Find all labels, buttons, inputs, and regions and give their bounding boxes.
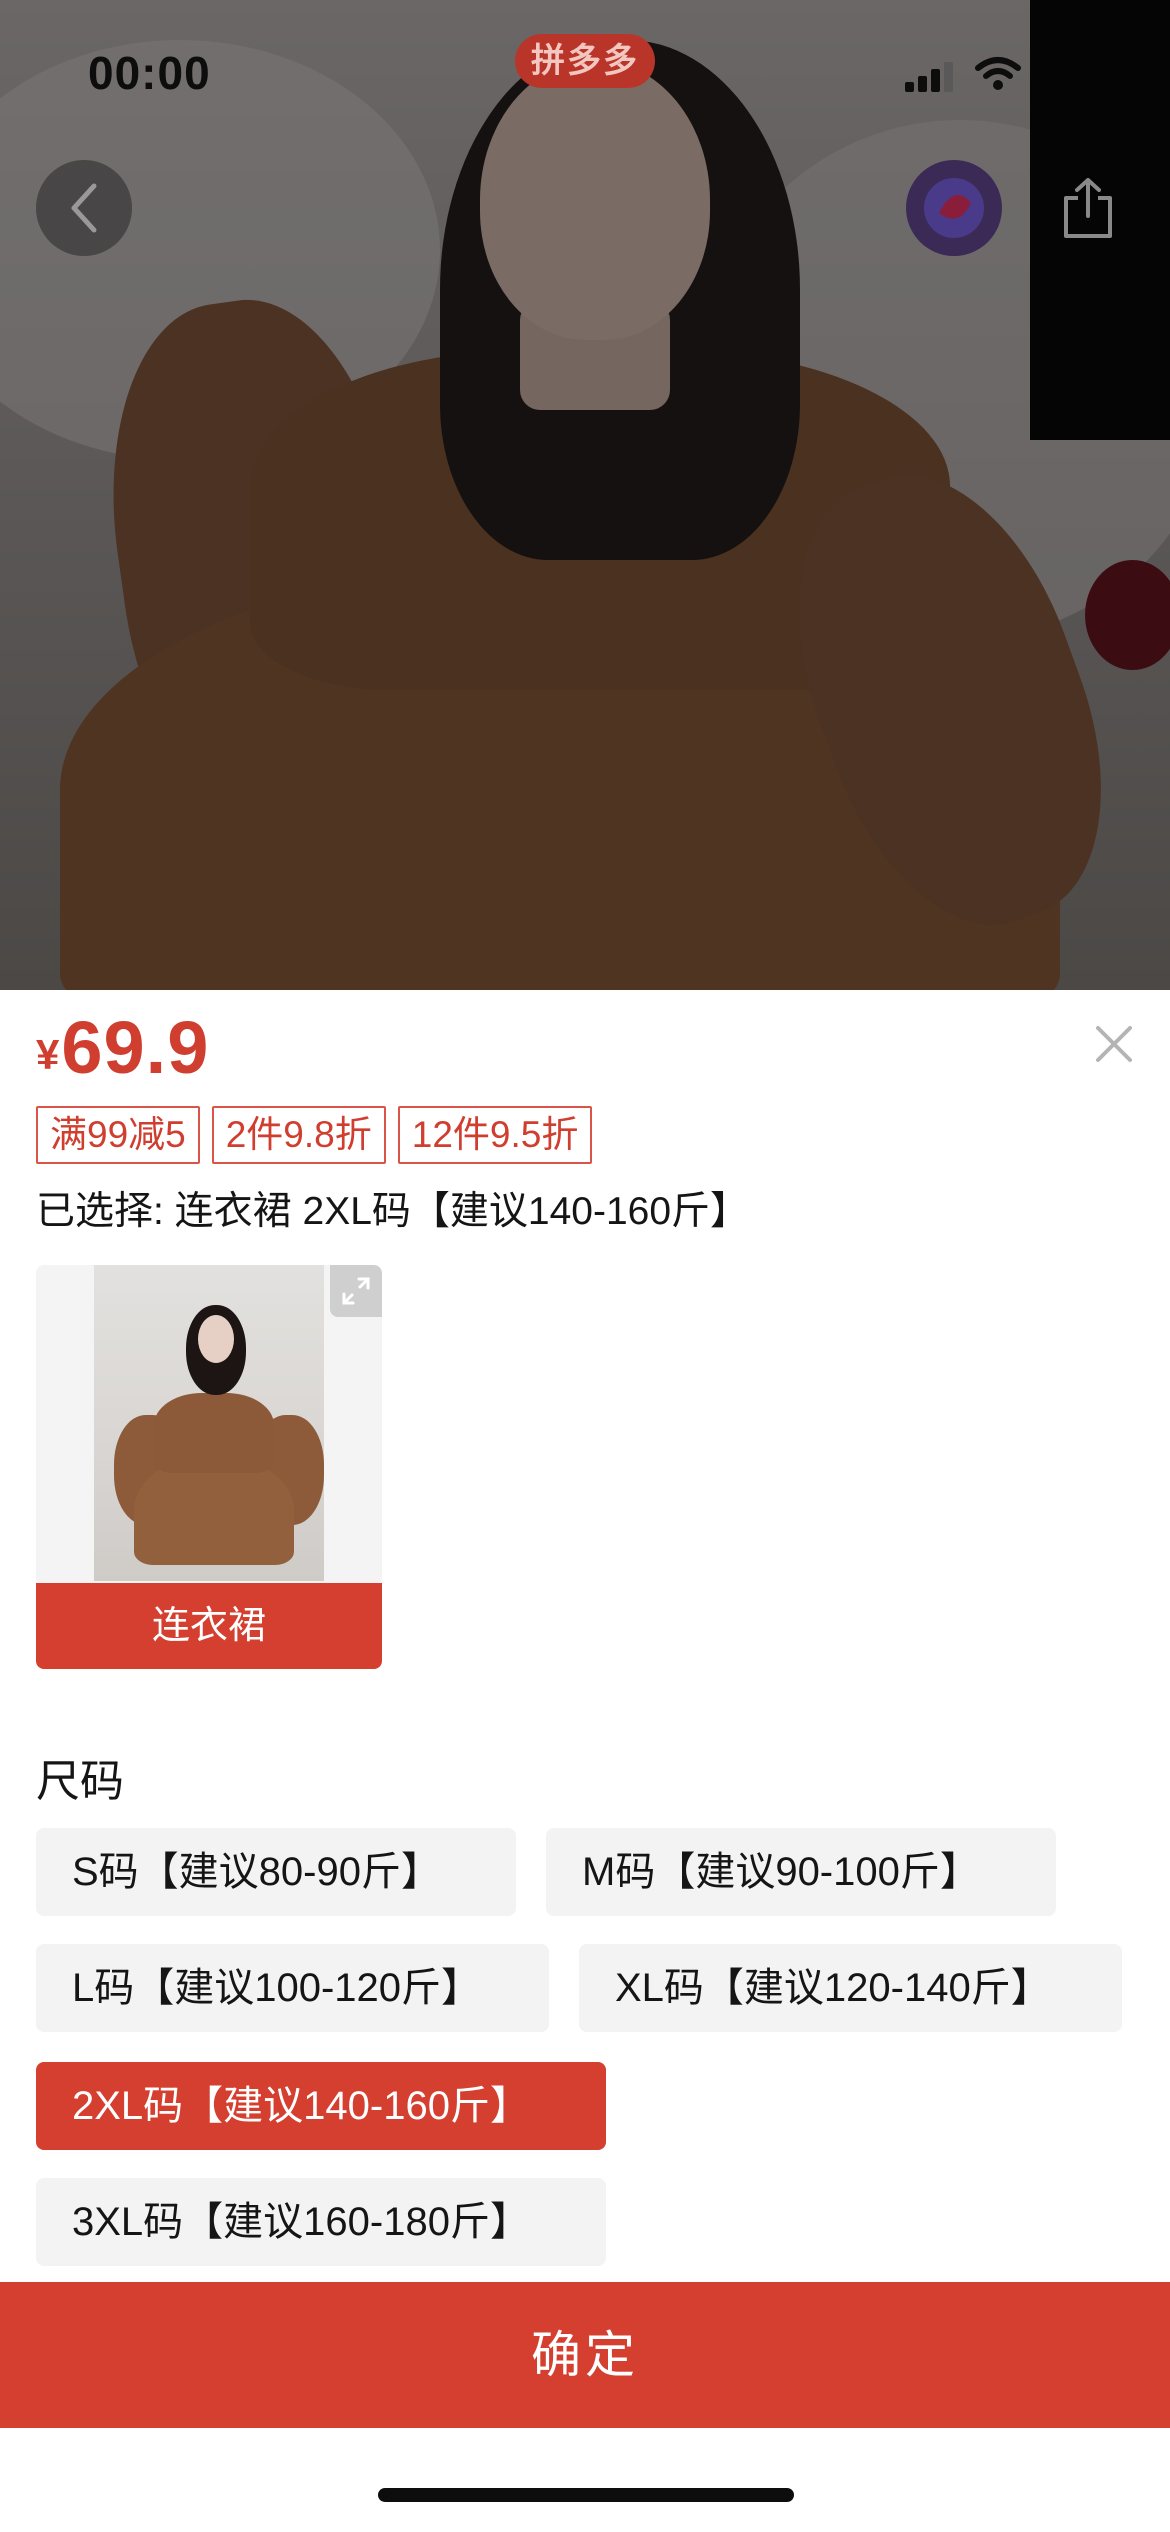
size-section-title: 尺码 bbox=[36, 1757, 124, 1806]
share-icon bbox=[1064, 178, 1112, 238]
signal-icon bbox=[905, 60, 955, 92]
price: ¥69.9 bbox=[36, 1005, 209, 1090]
product-photo-backdrop[interactable] bbox=[0, 0, 1170, 990]
size-option-selected[interactable]: 2XL码【建议140-160斤】 bbox=[36, 2062, 606, 2150]
size-option[interactable]: M码【建议90-100斤】 bbox=[546, 1828, 1056, 1916]
status-time: 00:00 bbox=[88, 47, 211, 99]
confirm-button[interactable]: 确定 bbox=[0, 2282, 1170, 2428]
promo-tag: 满99减5 bbox=[36, 1106, 200, 1164]
style-thumbnail bbox=[94, 1265, 324, 1581]
size-option[interactable]: S码【建议80-90斤】 bbox=[36, 1828, 516, 1916]
avatar[interactable] bbox=[906, 160, 1002, 256]
close-icon bbox=[1096, 1026, 1132, 1062]
wifi-icon bbox=[975, 56, 1021, 92]
expand-icon[interactable] bbox=[330, 1265, 382, 1317]
currency-symbol: ¥ bbox=[36, 1031, 60, 1078]
promo-tag: 12件9.5折 bbox=[397, 1106, 593, 1164]
size-option[interactable]: XL码【建议120-140斤】 bbox=[579, 1944, 1122, 2032]
size-option[interactable]: L码【建议100-120斤】 bbox=[36, 1944, 549, 2032]
price-value: 69.9 bbox=[61, 1006, 210, 1089]
size-option[interactable]: 3XL码【建议160-180斤】 bbox=[36, 2178, 606, 2266]
back-button[interactable] bbox=[36, 160, 132, 256]
close-button[interactable] bbox=[1090, 1020, 1138, 1068]
home-indicator[interactable] bbox=[378, 2488, 794, 2502]
style-option-card[interactable]: 连衣裙 bbox=[36, 1265, 382, 1669]
brand-badge: 拼多多 bbox=[515, 34, 655, 88]
style-option-label: 连衣裙 bbox=[36, 1583, 382, 1669]
promo-tag: 2件9.8折 bbox=[211, 1106, 386, 1164]
share-button[interactable] bbox=[1040, 160, 1136, 256]
selected-summary: 已选择: 连衣裙 2XL码【建议140-160斤】 bbox=[36, 1190, 750, 1233]
promo-tags: 满99减5 2件9.8折 12件9.5折 bbox=[36, 1106, 593, 1164]
back-arrow-icon bbox=[71, 183, 97, 233]
